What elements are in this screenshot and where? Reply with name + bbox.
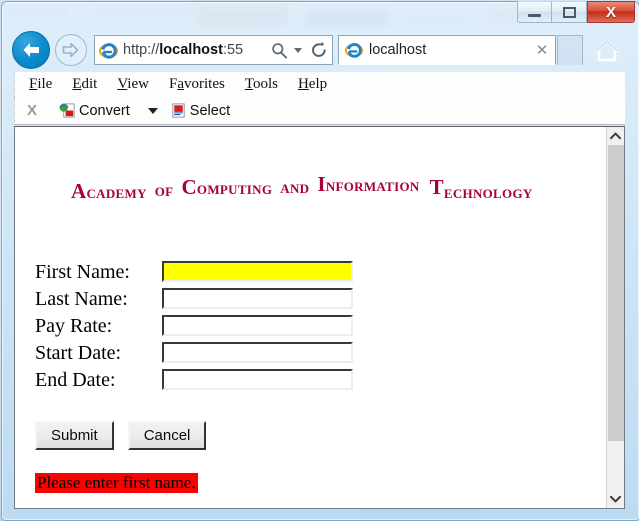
close-window-button[interactable]: X (587, 1, 635, 23)
start-date-label: Start Date: (35, 341, 122, 364)
start-date-input[interactable] (162, 342, 353, 363)
maximize-icon (562, 6, 576, 18)
address-text: http://localhost:55 (123, 42, 268, 58)
maximize-button[interactable] (552, 1, 587, 23)
form-row-first-name: First Name: (35, 258, 353, 285)
end-date-input[interactable] (162, 369, 353, 390)
forward-arrow-icon (62, 43, 79, 57)
pay-rate-input[interactable] (162, 315, 353, 336)
convert-dropdown-icon[interactable] (147, 107, 158, 114)
logo-word-information: INFORMATION (317, 172, 420, 196)
form-row-last-name: Last Name: (35, 285, 353, 312)
menu-item-help[interactable]: Help (298, 76, 327, 93)
last-name-label: Last Name: (35, 287, 128, 310)
convert-label: Convert (79, 102, 130, 119)
address-suffix: :55 (222, 42, 244, 58)
window-controls: X (517, 1, 635, 24)
select-label: Select (189, 102, 231, 119)
new-tab-button[interactable] (557, 35, 583, 65)
logo-word-and: AND (276, 181, 313, 196)
tab-strip: localhost ✕ (338, 35, 583, 65)
tab-close-icon[interactable]: ✕ (533, 43, 551, 58)
convert-button[interactable]: Convert (59, 102, 130, 119)
tab-localhost[interactable]: localhost ✕ (338, 35, 556, 65)
internet-explorer-icon (99, 42, 118, 59)
logo-word-technology: TECHNOLOGY (424, 175, 533, 201)
tab-title: localhost (369, 42, 427, 58)
scroll-thumb[interactable] (608, 145, 624, 441)
first-name-label: First Name: (35, 260, 130, 283)
address-host: localhost (159, 42, 223, 58)
form-row-start-date: Start Date: (35, 339, 353, 366)
browser-window: X http://localhost:55 localhost ✕ File E… (0, 0, 639, 521)
back-button[interactable] (12, 31, 50, 69)
form-row-pay-rate: Pay Rate: (35, 312, 353, 339)
end-date-label: End Date: (35, 368, 116, 391)
minimize-icon (528, 14, 541, 17)
logo-word-computing: COMPUTING (181, 175, 273, 199)
pdf-convert-icon (59, 103, 75, 118)
search-icon[interactable] (268, 42, 290, 59)
address-bar[interactable]: http://localhost:55 (94, 35, 333, 65)
cancel-button[interactable]: Cancel (127, 421, 207, 450)
logo-word-academy: ACADEMY (71, 179, 147, 203)
menu-item-favorites[interactable]: Favorites (169, 76, 225, 93)
pay-rate-label: Pay Rate: (35, 314, 113, 337)
home-button[interactable] (590, 36, 624, 66)
menu-item-file[interactable]: File (29, 76, 52, 93)
menu-item-view[interactable]: View (117, 76, 149, 93)
submit-button[interactable]: Submit (35, 421, 114, 450)
address-prefix: http:// (123, 42, 160, 58)
employee-form: First Name: Last Name: Pay Rate: Start D… (35, 258, 353, 393)
vertical-scrollbar[interactable] (606, 127, 624, 508)
logo-word-of: OF (151, 184, 177, 199)
command-bar: X Convert Select (14, 97, 625, 125)
home-icon (594, 40, 620, 62)
form-row-end-date: End Date: (35, 366, 353, 393)
title-bar[interactable]: X (0, 0, 639, 28)
chevron-down-icon[interactable] (290, 47, 306, 53)
menu-item-edit[interactable]: Edit (72, 76, 97, 93)
error-message: Please enter first name. (35, 473, 198, 493)
page-viewport: ACADEMY OF COMPUTING AND INFORMATION TEC… (14, 126, 625, 509)
scroll-up-button[interactable] (607, 127, 624, 145)
first-name-input[interactable] (162, 261, 353, 282)
navigation-bar: http://localhost:55 localhost ✕ (0, 29, 639, 71)
chevron-down-icon (610, 495, 621, 503)
chevron-up-icon (610, 132, 621, 140)
command-bar-close-button[interactable]: X (27, 102, 37, 119)
select-button[interactable]: Select (170, 102, 230, 119)
minimize-button[interactable] (517, 1, 552, 23)
menu-item-tools[interactable]: Tools (245, 76, 278, 93)
last-name-input[interactable] (162, 288, 353, 309)
page-content: ACADEMY OF COMPUTING AND INFORMATION TEC… (15, 127, 607, 508)
refresh-icon[interactable] (306, 41, 332, 59)
page-title: ACADEMY OF COMPUTING AND INFORMATION TEC… (71, 172, 541, 215)
back-arrow-icon (23, 43, 39, 57)
menu-bar: File Edit View Favorites Tools Help (14, 72, 625, 97)
pdf-select-icon (172, 103, 185, 118)
form-buttons: Submit Cancel (35, 421, 220, 450)
scroll-down-button[interactable] (607, 490, 624, 508)
forward-button[interactable] (55, 34, 87, 66)
internet-explorer-icon (345, 43, 363, 58)
